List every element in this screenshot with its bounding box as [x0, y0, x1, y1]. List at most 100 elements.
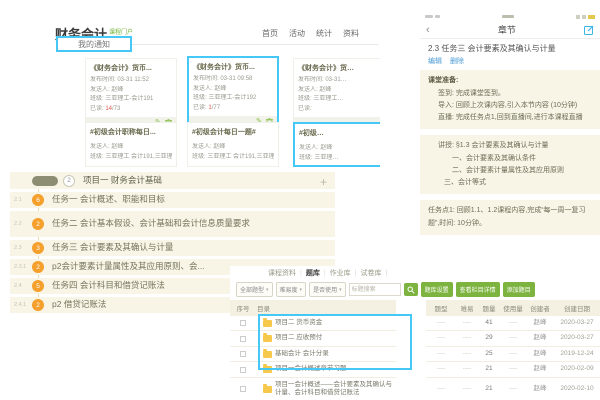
card-class: 班级: 三亚理工…	[298, 95, 380, 105]
filter-question-type[interactable]: 全部题型▾	[236, 282, 273, 297]
task-count-badge: 5	[32, 280, 44, 292]
row-checkbox[interactable]	[240, 336, 246, 342]
task-count-badge: 3	[32, 242, 44, 254]
notices-page: 财务会计课程门户 首页 活动 统计 资料 我的通知 《财务会计》货币... 发布…	[0, 0, 380, 170]
row-checkbox[interactable]	[240, 320, 246, 326]
folder-icon	[263, 335, 272, 342]
collapse-handle[interactable]	[32, 176, 58, 186]
chapter-section-title: 2.3 任务三 会计要素及其确认与计量	[420, 39, 600, 55]
question-bank-panel: 课程资料| 题库| 作业库| 试卷库| 全部题型▾ 难易度▾ 是否使用▾ 题库设…	[230, 266, 600, 400]
tab-course-materials[interactable]: 课程资料	[268, 268, 296, 278]
card-class: 班级: 三亚理工 会计191,三亚理工 会计19...	[90, 153, 172, 163]
card-read-count: 已读: 14/73	[90, 105, 172, 115]
notice-card-highlighted[interactable]: 《财务会计》货币... 发布时间: 03-31 09:58 发送人: 赵峰 班级…	[187, 56, 279, 129]
table-row[interactable]: 项目一会计概述章节习题 ---- ---- 21 ---- 赵峰 2020-02…	[230, 362, 600, 377]
battery-icon	[588, 15, 595, 19]
teach-item: 一、会计要素及其确认条件	[428, 153, 592, 165]
table-row[interactable]: 项目二 应收预付 ---- ---- 29 ---- 赵峰 2020-03-27	[230, 331, 600, 346]
row-checkbox[interactable]	[240, 351, 246, 357]
my-notices-tab[interactable]: 我的通知	[56, 36, 132, 52]
prep-line: 导入: 回顾上次课内容,引入本节内容 (10分钟)	[428, 100, 592, 112]
nav-item-resources[interactable]: 资料	[343, 28, 359, 39]
folder-icon	[263, 366, 272, 373]
logo-badge: 课程门户	[109, 30, 133, 36]
clock-indicator	[502, 15, 514, 18]
card-class: 班级: 三亚理…	[299, 154, 379, 164]
delete-link[interactable]: 删除	[450, 56, 464, 66]
nav-item-home[interactable]: 首页	[262, 28, 278, 39]
chevron-down-icon: ▾	[339, 287, 342, 293]
task-count-badge: 2	[32, 261, 44, 273]
chapter-count-badge: 2	[63, 175, 75, 187]
library-tabs: 课程资料| 题库| 作业库| 试卷库|	[230, 266, 600, 280]
prep-heading: 课堂准备:	[428, 75, 592, 87]
task-count-badge: 2	[32, 218, 44, 230]
card-title: #初级…	[299, 128, 379, 138]
notice-card-clipped[interactable]: #初级… 发送人: 赵峰 班级: 三亚理…	[293, 122, 380, 167]
chapter-actions: 编辑 删除	[420, 55, 600, 70]
outline-item[interactable]: 2.2 2 任务二 会计基本假设、会计基础和会计信息质量要求	[10, 211, 335, 237]
class-prep-block: 课堂准备: 签到: 完成课堂签到。 导入: 回顾上次课内容,引入本节内容 (10…	[420, 70, 600, 129]
card-title: 《财务会计》货币...	[90, 63, 172, 73]
view-category-detail-button[interactable]: 查看栏目详情	[456, 282, 500, 297]
card-title: #初级会计每日一题#	[192, 127, 274, 137]
screenshot-canvas: 财务会计课程门户 首页 活动 统计 资料 我的通知 《财务会计》货币... 发布…	[0, 0, 600, 400]
edit-link[interactable]: 编辑	[428, 56, 442, 66]
notice-card[interactable]: #初级会计每日一题# 发送人: 赵峰 班级: 三亚理工 会计191,三亚理工 会…	[187, 122, 279, 167]
outline-header[interactable]: 2 项目一 财务会计基础 +	[10, 172, 335, 189]
card-title: 《财务会计》货币...	[193, 62, 273, 72]
chevron-down-icon: ▾	[266, 287, 269, 293]
filter-difficulty[interactable]: 难易度▾	[276, 282, 307, 297]
task-count-badge: 6	[32, 194, 44, 206]
teaching-block: 讲授: §1.3 会计要素及其确认与计量 一、会计要素及其确认条件 二、会计要素…	[420, 135, 600, 194]
nav-item-stats[interactable]: 统计	[316, 28, 332, 39]
status-bar	[420, 12, 600, 21]
filter-usage[interactable]: 是否使用▾	[309, 282, 346, 297]
row-checkbox[interactable]	[240, 386, 246, 392]
outline-item[interactable]: 2.3 3 任务三 会计要素及其确认与计量	[10, 240, 335, 256]
network-indicator	[435, 15, 440, 18]
card-read-count: 已读: 1/77	[193, 104, 273, 114]
tab-question-bank[interactable]: 题库	[306, 268, 320, 278]
outline-item[interactable]: 2.1 6 任务一 会计概述、职能和目标	[10, 192, 335, 208]
table-row[interactable]: 项目二 货币资金 ---- ---- 41 ---- 赵峰 2020-03-27	[230, 316, 600, 331]
folder-icon	[263, 386, 272, 393]
card-sender: 发送人: 赵峰	[90, 143, 172, 153]
row-checkbox[interactable]	[240, 367, 246, 373]
task-point-block: 任务点1: 回顾1.1、1.2课程内容,完成“每一周一复习题”,时间: 10分钟…	[420, 200, 600, 235]
tab-exam-bank[interactable]: 试卷库	[360, 268, 381, 278]
card-class: 班级: 三亚理工-会计191	[90, 95, 172, 105]
card-sender: 发送人: 赵峰	[193, 85, 273, 95]
table-row[interactable]: 基础会计 会计分录 ---- ---- 25 ---- 赵峰 2019-12-2…	[230, 347, 600, 362]
notice-card[interactable]: 《财务会计》货币... 发布时间: 03-31 11:52 发送人: 赵峰 班级…	[85, 58, 177, 129]
card-sender: 发送人: 赵峰	[298, 86, 380, 96]
task-count-badge: 2	[32, 299, 44, 311]
top-nav: 首页 活动 统计 资料	[262, 28, 359, 39]
add-chapter-icon[interactable]: +	[320, 175, 327, 189]
add-question-button[interactable]: 添加题目	[503, 282, 535, 297]
notice-card[interactable]: #初级会计职称每日... 发送人: 赵峰 班级: 三亚理工 会计191,三亚理工…	[85, 122, 177, 167]
search-button[interactable]	[404, 283, 418, 296]
edit-note-icon[interactable]	[584, 25, 594, 35]
teach-item: 二、会计要素计量属性及其应用原则	[428, 165, 592, 177]
card-title: 《财务会计》货…	[298, 63, 380, 73]
mobile-header: ‹ 章节	[420, 21, 600, 39]
card-publish-time: 发布时间: 03-31 09:58	[193, 75, 273, 85]
table-header-row: 序号 目录 题型 难易 题量 使用量 创建者 创建日期	[230, 300, 600, 316]
folder-icon	[263, 320, 272, 327]
teach-line: 讲授: §1.3 会计要素及其确认与计量	[428, 140, 592, 152]
prep-line: 签到: 完成课堂签到。	[428, 88, 592, 100]
bank-settings-button[interactable]: 题库设置	[421, 282, 453, 297]
carrier-indicator	[425, 15, 433, 18]
title-search-input[interactable]	[349, 283, 401, 296]
toolbar: 全部题型▾ 难易度▾ 是否使用▾ 题库设置 查看栏目详情 添加题目	[230, 280, 600, 300]
card-title: #初级会计职称每日...	[90, 127, 172, 137]
mobile-page-title: 章节	[430, 23, 584, 36]
tab-homework-bank[interactable]: 作业库	[330, 268, 351, 278]
signal-icon	[576, 15, 580, 19]
card-publish-time: 发布时间: 03-31 11:52	[90, 76, 172, 86]
notice-card-clipped[interactable]: 《财务会计》货… 发布时间: 03-31… 发送人: 赵峰 班级: 三亚理工… …	[293, 58, 380, 129]
nav-item-activity[interactable]: 活动	[289, 28, 305, 39]
card-class: 班级: 三亚理工 会计191,三亚理工 会计19...	[192, 153, 274, 163]
table-row[interactable]: 项目一会计概述——会计要素及其确认与计量、会计科目和借贷记账法 ---- ---…	[230, 378, 600, 400]
